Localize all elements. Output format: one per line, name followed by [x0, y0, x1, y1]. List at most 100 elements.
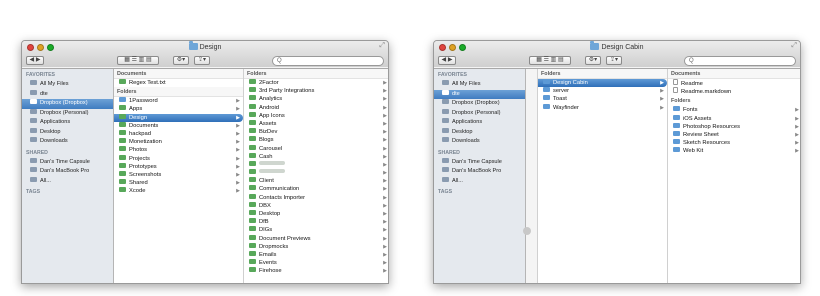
list-item[interactable]: Assets ▶: [244, 119, 388, 128]
list-item[interactable]: ▶: [244, 169, 388, 177]
sidebar-item-dropbox-dropbox[interactable]: Dropbox (Dropbox): [434, 99, 525, 109]
sidebar-item-time-capsule[interactable]: Dan's Time Capsule: [22, 157, 113, 168]
search-input[interactable]: Q: [684, 56, 796, 66]
list-item[interactable]: Web Kit ▶: [668, 147, 800, 155]
fullscreen-icon[interactable]: ⤢: [791, 42, 797, 50]
action-gear-button[interactable]: ⚙▾: [173, 56, 189, 65]
sidebar-item-all-my-files[interactable]: All My Files: [434, 80, 525, 90]
list-item[interactable]: Communication ▶: [244, 185, 388, 193]
sidebar-item-all[interactable]: All...: [434, 176, 525, 187]
list-item[interactable]: Carousel ▶: [244, 144, 388, 153]
list-item[interactable]: Monetization ▶: [114, 138, 243, 146]
sidebar-item-applications[interactable]: Applications: [434, 118, 525, 128]
list-item[interactable]: Cash ▶: [244, 152, 388, 161]
list-item[interactable]: DIGs ▶: [244, 226, 388, 234]
list-item-label: hackpad: [129, 130, 151, 137]
downloads-icon: [30, 137, 37, 142]
list-item[interactable]: Client ▶: [244, 177, 388, 185]
list-item[interactable]: Review Sheet ▶: [668, 130, 800, 139]
disclosure-arrow-icon: ▶: [383, 178, 387, 185]
list-item[interactable]: Toast ▶: [538, 95, 667, 103]
sidebar-item-applications[interactable]: Applications: [22, 118, 113, 128]
sidebar-item-dropbox-dropbox[interactable]: Dropbox (Dropbox): [22, 99, 113, 109]
view-mode-buttons[interactable]: ▦ ☰ ▥ ▤: [117, 56, 159, 65]
search-input[interactable]: Q: [272, 56, 384, 66]
list-item[interactable]: Photoshop Resources ▶: [668, 122, 800, 131]
back-forward-button[interactable]: ◀ ▶: [438, 56, 456, 65]
folder-icon: [249, 103, 256, 109]
sidebar-item-downloads[interactable]: Downloads: [434, 137, 525, 147]
share-button[interactable]: ⇪▾: [606, 56, 622, 65]
sidebar-item-macbook-pro[interactable]: Dan's MacBook Pro: [434, 167, 525, 177]
sidebar-item-macbook-pro[interactable]: Dan's MacBook Pro: [22, 167, 113, 177]
list-item[interactable]: Dropmocks ▶: [244, 242, 388, 251]
sidebar-heading-favorites: FAVORITES: [26, 72, 56, 78]
list-item-label: DBX: [259, 202, 271, 209]
list-item[interactable]: Design Cabin ▶: [538, 79, 667, 88]
sidebar-item-label: Dropbox (Dropbox): [452, 100, 500, 106]
list-item-label: Projects: [129, 155, 150, 162]
list-item[interactable]: Blogs ▶: [244, 136, 388, 144]
sidebar-item-desktop[interactable]: Desktop: [434, 127, 525, 138]
list-item[interactable]: Readme.markdown: [668, 87, 800, 95]
folder-icon: [119, 154, 126, 160]
list-item[interactable]: Sketch Resources ▶: [668, 139, 800, 147]
fullscreen-icon[interactable]: ⤢: [379, 42, 385, 50]
list-item[interactable]: Firehose ▶: [244, 267, 388, 275]
list-item[interactable]: DBX ▶: [244, 201, 388, 210]
list-item[interactable]: Analytics ▶: [244, 95, 388, 103]
view-mode-buttons[interactable]: ▦ ☰ ▥ ▤: [529, 56, 571, 65]
list-item[interactable]: Photos ▶: [114, 146, 243, 154]
column-resize-handle[interactable]: [523, 227, 531, 235]
sidebar-item-dropbox-personal[interactable]: Dropbox (Personal): [22, 108, 113, 119]
list-item[interactable]: Readme: [668, 79, 800, 87]
list-item[interactable]: Prototypes ▶: [114, 162, 243, 171]
list-item[interactable]: Desktop ▶: [244, 210, 388, 218]
list-item-label: Design: [129, 114, 148, 121]
list-item[interactable]: 1Password ▶: [114, 97, 243, 105]
action-gear-button[interactable]: ⚙▾: [585, 56, 601, 65]
list-item[interactable]: Apps ▶: [114, 105, 243, 113]
list-item[interactable]: App Icons ▶: [244, 111, 388, 120]
list-item[interactable]: DfB ▶: [244, 218, 388, 226]
sidebar-item-time-capsule[interactable]: Dan's Time Capsule: [434, 157, 525, 168]
list-item-label: BizDev: [259, 129, 278, 136]
list-item[interactable]: Wayfinder ▶: [538, 103, 667, 112]
column-heading-folders: Folders: [538, 69, 667, 79]
list-item[interactable]: 3rd Party Integrations ▶: [244, 87, 388, 95]
sidebar-item-dte[interactable]: dte: [22, 89, 113, 100]
list-item[interactable]: Events ▶: [244, 259, 388, 267]
list-item[interactable]: Screenshots ▶: [114, 170, 243, 179]
list-item-label: Contacts Importer: [259, 194, 306, 201]
list-item[interactable]: ▶: [244, 160, 388, 169]
sidebar-item-dropbox-personal[interactable]: Dropbox (Personal): [434, 108, 525, 119]
list-item-label: DIGs: [259, 227, 273, 234]
share-button[interactable]: ⇪▾: [194, 56, 210, 65]
sidebar-item-all-my-files[interactable]: All My Files: [22, 80, 113, 90]
sidebar-item-desktop[interactable]: Desktop: [22, 127, 113, 138]
list-item[interactable]: Emails ▶: [244, 250, 388, 259]
list-item[interactable]: Regex Test.txt: [114, 79, 243, 87]
disclosure-arrow-icon: ▶: [383, 161, 387, 168]
list-item[interactable]: hackpad ▶: [114, 129, 243, 138]
list-item[interactable]: Android ▶: [244, 103, 388, 112]
sidebar-item-all[interactable]: All...: [22, 176, 113, 187]
list-item[interactable]: BizDev ▶: [244, 128, 388, 136]
list-item[interactable]: Shared ▶: [114, 179, 243, 187]
sidebar-item-downloads[interactable]: Downloads: [22, 137, 113, 147]
list-item[interactable]: server ▶: [538, 87, 667, 95]
network-drive-icon: [442, 157, 449, 163]
sidebar-item-dte[interactable]: dte: [434, 89, 525, 99]
back-forward-button[interactable]: ◀ ▶: [26, 56, 44, 65]
list-item-label: DfB: [259, 219, 269, 226]
list-item[interactable]: Documents ▶: [114, 121, 243, 130]
list-item[interactable]: iOS Assets ▶: [668, 114, 800, 123]
list-item-label: server: [553, 88, 570, 95]
list-item[interactable]: Design ▶: [114, 113, 243, 122]
list-item[interactable]: Projects ▶: [114, 154, 243, 163]
list-item[interactable]: Xcode ▶: [114, 187, 243, 195]
list-item[interactable]: Contacts Importer ▶: [244, 193, 388, 202]
list-item[interactable]: Document Previews ▶: [244, 234, 388, 243]
list-item[interactable]: Fonts ▶: [668, 106, 800, 114]
list-item[interactable]: 2Factor ▶: [244, 79, 388, 87]
